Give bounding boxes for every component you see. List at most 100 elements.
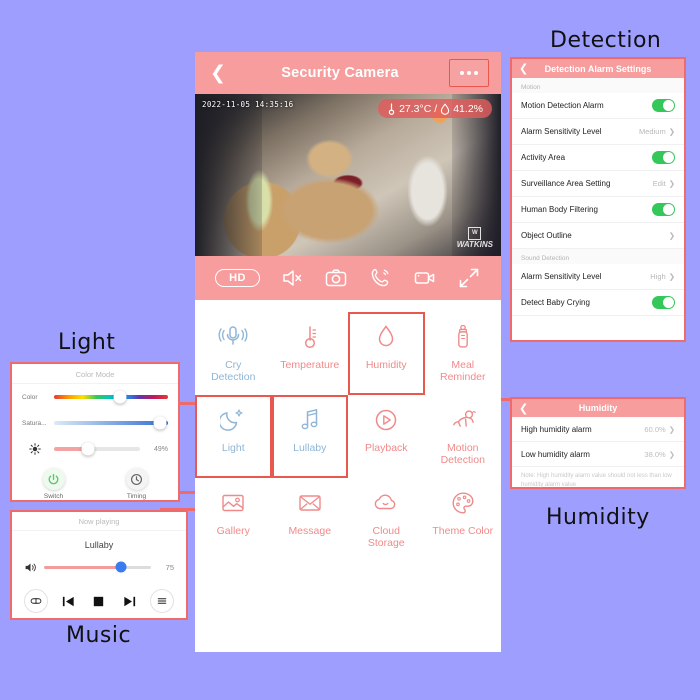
feature-cry-detection[interactable]: Cry Detection <box>195 312 272 395</box>
annotation-music: Music <box>66 623 132 648</box>
row-value: High <box>650 272 666 281</box>
speaker-mute-icon[interactable] <box>280 266 304 290</box>
feature-meal-reminder[interactable]: Meal Reminder <box>425 312 502 395</box>
brightness-slider-row: 49% <box>12 436 178 462</box>
row-label: Motion Detection Alarm <box>521 101 604 110</box>
feature-message[interactable]: Message <box>272 478 349 561</box>
feature-playback[interactable]: Playback <box>348 395 425 478</box>
annotation-light: Light <box>58 330 116 355</box>
back-icon[interactable]: ❮ <box>205 64 231 83</box>
row-sound-alarm-sensitivity[interactable]: Alarm Sensitivity Level High ❯ <box>512 264 684 290</box>
volume-value: 75 <box>165 562 174 572</box>
row-label: Human Body Filtering <box>521 205 598 214</box>
row-detect-baby-crying[interactable]: Detect Baby Crying <box>512 290 684 316</box>
volume-slider-knob[interactable] <box>115 561 127 573</box>
row-activity-area[interactable]: Activity Area <box>512 145 684 171</box>
video-camera-icon[interactable] <box>413 266 437 290</box>
camera-video-feed[interactable]: 2022-11-05 14:35:16 27.3°C / 41.2% W WAT… <box>195 94 501 256</box>
feature-label: Humidity <box>365 359 407 371</box>
stop-icon[interactable] <box>88 590 110 612</box>
feature-theme-color[interactable]: Theme Color <box>425 478 502 561</box>
feature-humidity[interactable]: Humidity <box>348 312 425 395</box>
feature-lullaby[interactable]: Lullaby <box>271 395 348 478</box>
row-low-humidity-alarm[interactable]: Low humidity alarm 38.0% ❯ <box>512 442 684 467</box>
feature-label: Theme Color <box>432 525 494 537</box>
row-motion-alarm-sensitivity[interactable]: Alarm Sensitivity Level Medium ❯ <box>512 119 684 145</box>
feature-light[interactable]: Light <box>195 395 272 478</box>
chevron-right-icon: ❯ <box>668 272 675 281</box>
toggle-switch[interactable] <box>652 99 675 112</box>
back-icon[interactable]: ❮ <box>519 62 528 75</box>
app-header: ❮ Security Camera <box>195 52 501 94</box>
saturation-slider[interactable] <box>54 416 168 430</box>
feature-cloud-storage[interactable]: Cloud Storage <box>348 478 425 561</box>
row-label: Alarm Sensitivity Level <box>521 272 602 281</box>
light-timing-button[interactable]: Timing <box>125 468 148 500</box>
phone-screen: ❮ Security Camera 2022-11-05 14:35:16 27… <box>195 52 501 652</box>
brightness-slider-knob[interactable] <box>81 442 95 456</box>
feature-temperature[interactable]: Temperature <box>272 312 349 395</box>
color-slider-row: Color <box>12 384 178 410</box>
humidity-panel-header: ❮ Humidity <box>512 399 684 417</box>
detection-alarm-settings-panel: ❮ Detection Alarm Settings Motion Motion… <box>510 57 686 342</box>
saturation-slider-knob[interactable] <box>153 416 167 430</box>
toggle-switch[interactable] <box>652 203 675 216</box>
phone-call-icon[interactable] <box>368 266 392 290</box>
chevron-right-icon: ❯ <box>668 231 675 240</box>
next-track-icon[interactable] <box>119 590 141 612</box>
humidity-settings-panel: ❮ Humidity High humidity alarm 60.0% ❯ L… <box>510 397 686 489</box>
fullscreen-icon[interactable] <box>457 266 481 290</box>
previous-track-icon[interactable] <box>57 590 79 612</box>
row-high-humidity-alarm[interactable]: High humidity alarm 60.0% ❯ <box>512 417 684 442</box>
water-drop-icon <box>441 102 450 115</box>
video-humidity: 41.2% <box>453 102 483 115</box>
row-value: Medium <box>639 127 666 136</box>
back-icon[interactable]: ❮ <box>519 402 528 415</box>
annotation-detection: Detection <box>550 28 662 53</box>
watermark-mark: W <box>468 227 482 241</box>
light-switch-button[interactable]: Switch <box>42 468 65 500</box>
feature-motion-detection[interactable]: Motion Detection <box>425 395 502 478</box>
detection-panel-title: Detection Alarm Settings <box>544 63 652 74</box>
watermark-text: WATKINS <box>456 240 493 250</box>
row-motion-detection-alarm[interactable]: Motion Detection Alarm <box>512 93 684 119</box>
color-slider-knob[interactable] <box>113 390 127 404</box>
feature-row: Cry Detection Temperature Humidity Meal … <box>195 312 501 395</box>
feature-label: Motion Detection <box>440 442 485 466</box>
video-shadow-left <box>195 94 263 256</box>
badge-separator: / <box>434 102 438 115</box>
playlist-icon[interactable] <box>149 589 174 613</box>
volume-slider[interactable] <box>44 561 151 573</box>
row-human-body-filtering[interactable]: Human Body Filtering <box>512 197 684 223</box>
toggle-switch[interactable] <box>652 151 675 164</box>
feature-label: Playback <box>364 442 408 454</box>
section-heading-motion: Motion <box>512 78 684 93</box>
volume-row: 75 <box>12 557 186 577</box>
now-playing-song: Lullaby <box>84 540 114 550</box>
moon-star-icon <box>220 405 246 435</box>
toggle-switch[interactable] <box>652 296 675 309</box>
row-value-group: ❯ <box>666 231 675 240</box>
photo-icon <box>219 488 247 518</box>
feature-label: Meal Reminder <box>439 359 486 383</box>
row-label: Surveillance Area Setting <box>521 179 611 188</box>
row-surveillance-area-setting[interactable]: Surveillance Area Setting Edit ❯ <box>512 171 684 197</box>
baby-bottle-icon <box>453 322 473 352</box>
row-label: Activity Area <box>521 153 566 162</box>
repeat-icon[interactable] <box>24 589 49 613</box>
chevron-right-icon: ❯ <box>668 127 675 136</box>
envelope-icon <box>296 488 324 518</box>
color-slider[interactable] <box>54 390 168 404</box>
brightness-slider[interactable] <box>54 442 140 456</box>
row-object-outline[interactable]: Object Outline ❯ <box>512 223 684 249</box>
camera-icon[interactable] <box>324 266 348 290</box>
music-panel-title: Now playing <box>12 512 186 531</box>
play-circle-icon <box>373 405 399 435</box>
palette-icon <box>449 488 477 518</box>
row-value-group: Medium ❯ <box>639 127 675 136</box>
hd-quality-button[interactable]: HD <box>215 269 260 287</box>
more-options-icon[interactable] <box>449 59 489 87</box>
saturation-slider-row: Satura... <box>12 410 178 436</box>
video-timestamp: 2022-11-05 14:35:16 <box>202 100 294 109</box>
feature-gallery[interactable]: Gallery <box>195 478 272 561</box>
